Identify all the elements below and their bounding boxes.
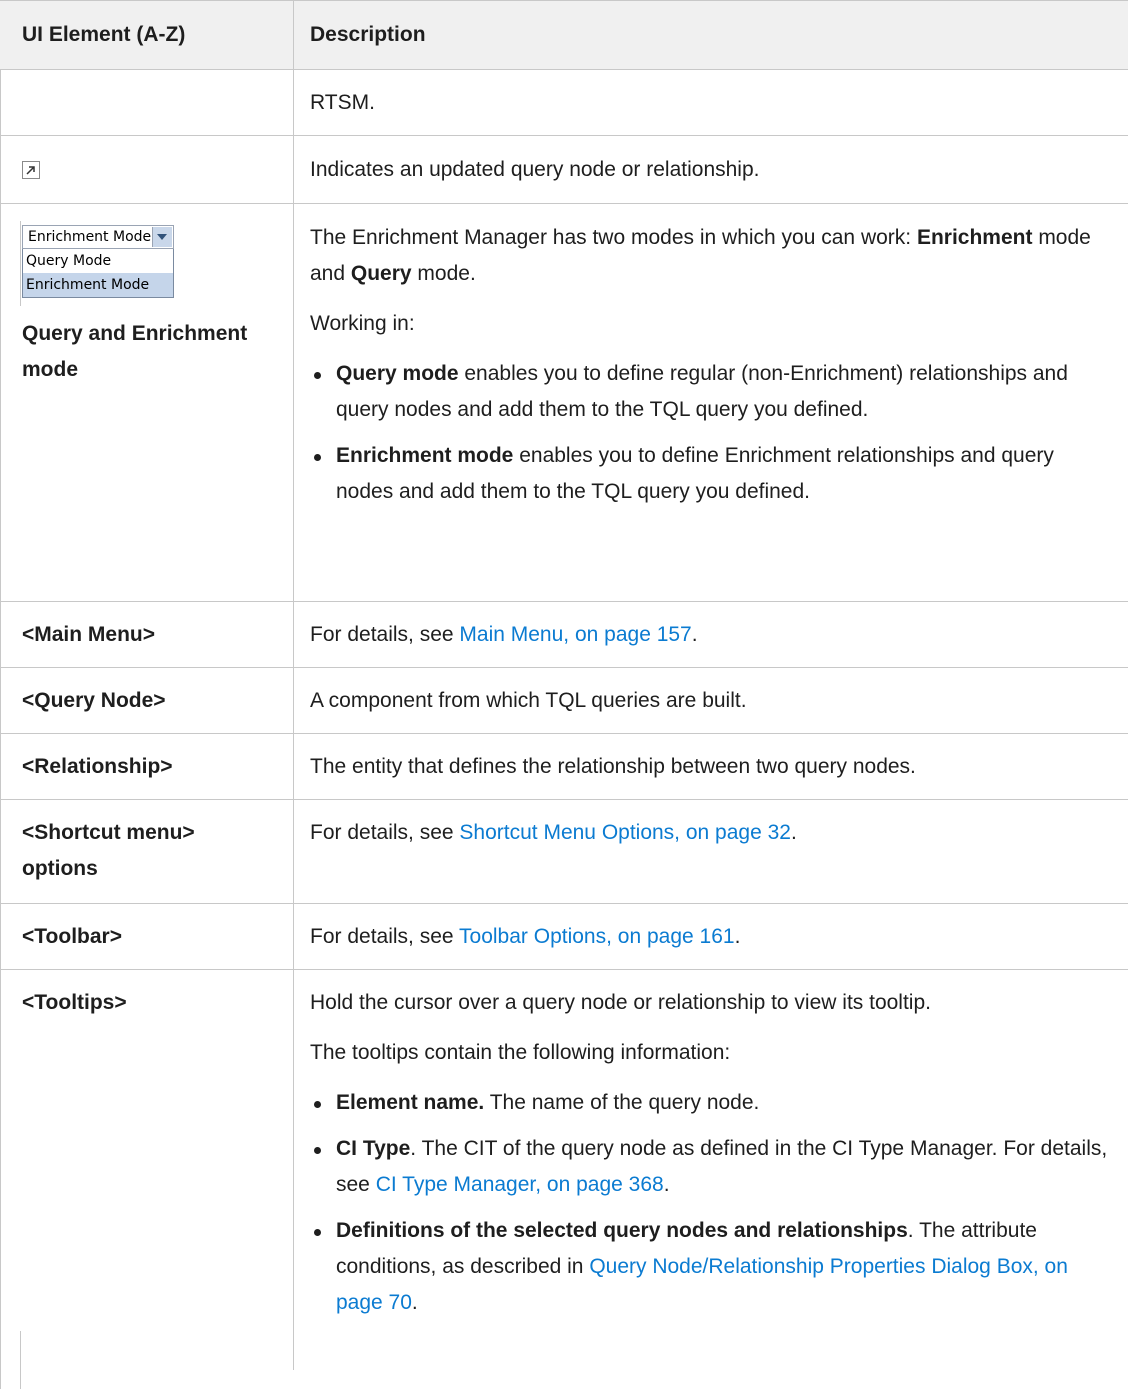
list-item: Definitions of the selected query nodes …	[310, 1213, 1110, 1321]
mode-option-list: Query Mode Enrichment Mode	[22, 249, 174, 298]
working-in: Working in:	[310, 312, 415, 335]
shortcut-link[interactable]: Shortcut Menu Options, on page 32	[459, 821, 791, 844]
table-row: <Relationship> The entity that defines t…	[0, 734, 1128, 800]
mode-bullets: Query mode enables you to define regular…	[310, 356, 1110, 510]
chevron-down-icon[interactable]	[152, 227, 172, 247]
col-header-ui-element: UI Element (A-Z)	[22, 23, 186, 46]
updated-desc: Indicates an updated query node or relat…	[310, 158, 760, 181]
table-row: <Shortcut menu> options For details, see…	[0, 800, 1128, 904]
rtsm-desc: RTSM.	[310, 91, 375, 114]
main-menu-label: <Main Menu>	[22, 623, 156, 646]
table-header: UI Element (A-Z) Description	[0, 0, 1128, 70]
mode-selected-value: Enrichment Mode	[28, 229, 152, 245]
table-row: <Query Node> A component from which TQL …	[0, 668, 1128, 734]
toolbar-desc: For details, see Toolbar Options, on pag…	[310, 925, 741, 948]
table-row: <Toolbar> For details, see Toolbar Optio…	[0, 904, 1128, 970]
updated-node-icon	[22, 161, 40, 179]
shortcut-label: <Shortcut menu> options	[22, 821, 195, 880]
mode-dropdown[interactable]: Enrichment Mode Query Mode Enrichment Mo…	[22, 225, 174, 298]
main-menu-desc: For details, see Main Menu, on page 157.	[310, 623, 698, 646]
shortcut-desc: For details, see Shortcut Menu Options, …	[310, 821, 797, 844]
list-item: CI Type. The CIT of the query node as de…	[310, 1131, 1110, 1203]
toolbar-label: <Toolbar>	[22, 925, 122, 948]
tooltips-desc: Hold the cursor over a query node or rel…	[310, 985, 1110, 1331]
ui-elements-table: UI Element (A-Z) Description RTSM. Indic…	[0, 0, 1128, 1370]
table-row: Enrichment Mode Query Mode Enrichment Mo…	[0, 204, 1128, 602]
relationship-desc: The entity that defines the relationship…	[310, 755, 916, 778]
toolbar-link[interactable]: Toolbar Options, on page 161	[459, 925, 735, 948]
divider	[20, 1331, 21, 1389]
main-menu-link[interactable]: Main Menu, on page 157	[459, 623, 691, 646]
query-node-label: <Query Node>	[22, 689, 166, 712]
mode-label: Query and Enrichment mode	[22, 322, 248, 381]
query-node-desc: A component from which TQL queries are b…	[310, 689, 747, 712]
list-item: Query mode enables you to define regular…	[310, 356, 1110, 428]
mode-option-enrichment[interactable]: Enrichment Mode	[23, 273, 173, 297]
tooltips-label: <Tooltips>	[22, 991, 127, 1014]
mode-desc: The Enrichment Manager has two modes in …	[310, 220, 1110, 520]
table-row: <Main Menu> For details, see Main Menu, …	[0, 602, 1128, 668]
mode-select[interactable]: Enrichment Mode	[22, 225, 174, 249]
list-item: Element name. The name of the query node…	[310, 1085, 1110, 1121]
mode-option-query[interactable]: Query Mode	[23, 249, 173, 273]
col-header-description: Description	[310, 23, 426, 46]
table-row: <Tooltips> Hold the cursor over a query …	[0, 970, 1128, 1370]
table-row: RTSM.	[0, 70, 1128, 136]
tooltips-bullets: Element name. The name of the query node…	[310, 1085, 1110, 1321]
ci-type-manager-link[interactable]: CI Type Manager, on page 368	[376, 1173, 664, 1196]
list-item: Enrichment mode enables you to define En…	[310, 438, 1110, 510]
relationship-label: <Relationship>	[22, 755, 173, 778]
table-row: Indicates an updated query node or relat…	[0, 136, 1128, 204]
